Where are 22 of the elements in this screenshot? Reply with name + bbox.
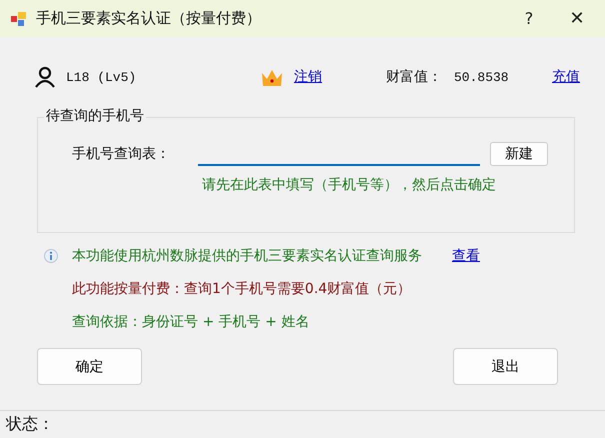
user-name: L18 (Lv5): [66, 70, 138, 84]
exit-button[interactable]: 退出: [453, 348, 558, 385]
note-text: 查询依据：身份证号 + 手机号 + 姓名: [72, 312, 310, 330]
user-icon: [34, 66, 56, 88]
app-icon: [10, 10, 28, 28]
logout-link[interactable]: 注销: [294, 68, 322, 86]
field-label: 手机号查询表：: [72, 145, 171, 163]
wealth-value: 50.8538: [454, 70, 510, 84]
view-link[interactable]: 查看: [452, 246, 480, 264]
help-button[interactable]: ?: [505, 0, 553, 37]
window-title: 手机三要素实名认证（按量付费）: [36, 9, 262, 28]
info-icon: [44, 248, 58, 262]
close-button[interactable]: ✕: [553, 0, 601, 37]
note-text: 本功能使用杭州数脉提供的手机三要素实名认证查询服务: [72, 246, 422, 264]
group-title: 待查询的手机号: [44, 107, 146, 125]
confirm-button[interactable]: 确定: [37, 348, 142, 385]
hint-text: 请先在此表中填写（手机号等），然后点击确定: [202, 176, 497, 194]
note-text: 此功能按量付费：查询1个手机号需要0.4财富值（元）: [72, 280, 412, 298]
status-label: 状态：: [6, 414, 54, 435]
new-button[interactable]: 新建: [490, 142, 548, 166]
wealth-label: 财富值：: [386, 68, 442, 86]
recharge-link[interactable]: 充值: [552, 68, 580, 86]
